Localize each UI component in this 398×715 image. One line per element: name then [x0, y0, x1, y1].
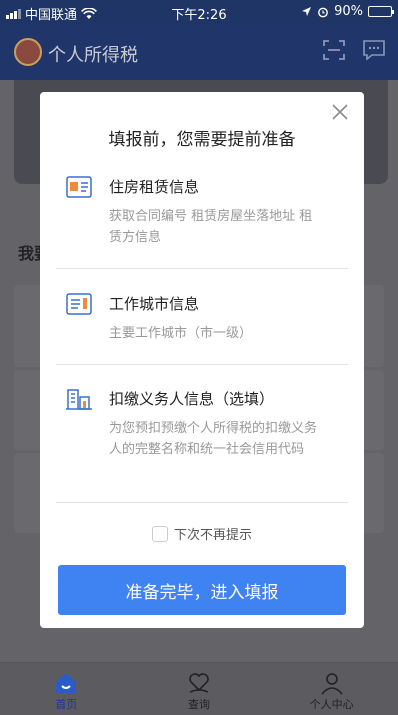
withholding-agent-icon: [66, 389, 92, 410]
divider: [56, 268, 348, 269]
divider: [56, 364, 348, 365]
prep-item-title: 扣缴义务人信息（选填）: [109, 390, 275, 408]
prep-item-description: 主要工作城市（市一级）: [109, 326, 253, 341]
lease-document-icon: [66, 176, 92, 198]
dialog-title: 填报前，您需要提前准备: [108, 130, 296, 150]
prep-item-work-city: 工作城市信息 主要工作城市（市一级）: [56, 293, 348, 353]
prep-item-title: 工作城市信息: [109, 295, 200, 313]
confirm-start-filing-button[interactable]: 准备完毕，进入填报: [58, 565, 346, 615]
close-icon[interactable]: [328, 100, 352, 124]
work-city-icon: [66, 293, 92, 315]
dont-show-again-checkbox[interactable]: [151, 525, 168, 542]
prep-item-withholding-agent: 扣缴义务人信息（选填） 为您预扣预缴个人所得税的扣缴义务人的完整名称和统一社会信…: [56, 388, 348, 488]
prep-item-description: 为您预扣预缴个人所得税的扣缴义务人的完整名称和统一社会信用代码: [109, 421, 318, 457]
dont-show-again-label: 下次不再提示: [173, 528, 252, 543]
dont-show-again-option[interactable]: 下次不再提示: [40, 524, 364, 543]
prep-item-description: 获取合同编号 租赁房屋坐落地址 租赁方信息: [109, 209, 313, 245]
prep-item-housing-rental: 住房租赁信息 获取合同编号 租赁房屋坐落地址 租赁方信息: [56, 176, 348, 256]
modal-overlay: 填报前，您需要提前准备 住房租赁信息 获取合同编号 租赁房屋坐落地址 租赁方信息…: [0, 0, 398, 715]
preparation-dialog: 填报前，您需要提前准备 住房租赁信息 获取合同编号 租赁房屋坐落地址 租赁方信息…: [40, 92, 364, 628]
prep-item-title: 住房租赁信息: [109, 178, 200, 196]
divider: [56, 502, 348, 503]
